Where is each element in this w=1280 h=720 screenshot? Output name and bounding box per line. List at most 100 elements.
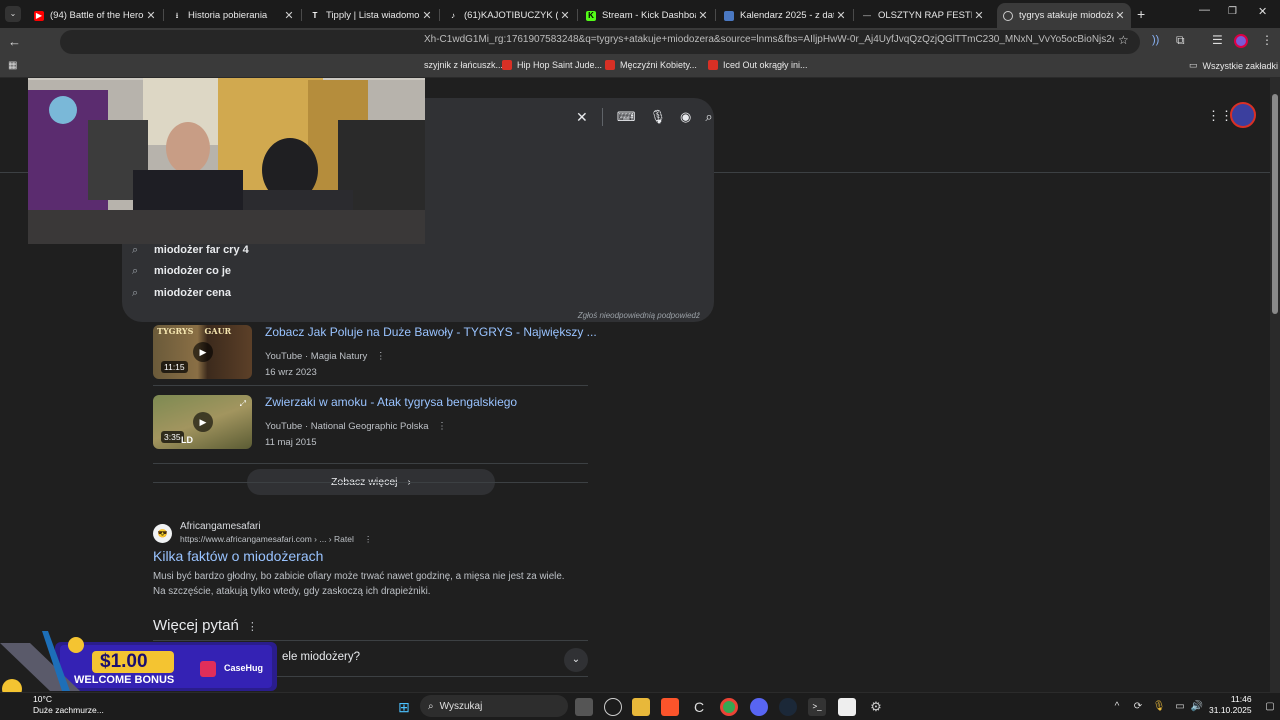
volume-icon[interactable]: 🔊	[1188, 698, 1206, 716]
browser-toolbar: ← Xh-C1wdG1Mi_rg:1761907583248&q=tygrys+…	[0, 28, 1280, 56]
video-title[interactable]: Zwierzaki w amoku - Atak tygrysa bengals…	[265, 395, 517, 409]
promo-banner[interactable]: $1.00 WELCOME BONUS CaseHug	[0, 631, 280, 699]
apps-grid-icon[interactable]: ▦	[8, 60, 17, 71]
clear-icon[interactable]: ✕	[576, 109, 588, 126]
bookmark-favicon-icon	[708, 60, 718, 70]
video-date: 16 wrz 2023	[265, 367, 317, 378]
all-bookmarks[interactable]: ▭ Wszystkie zakładki	[1189, 60, 1278, 71]
minimize-icon[interactable]: —	[1199, 4, 1210, 16]
ccleaner-icon[interactable]: C	[690, 698, 708, 716]
task-view-icon[interactable]	[575, 698, 593, 716]
play-icon: ▶	[193, 342, 213, 362]
search-icon: ⌕	[132, 243, 139, 256]
tab-calendar[interactable]: Kalendarz 2025 - z datam ✕	[718, 3, 852, 28]
close-icon[interactable]: ✕	[144, 9, 158, 22]
video-thumbnail[interactable]: ▶ ⤢ 3:35 LD	[153, 395, 252, 449]
video-result[interactable]: TYGRYS GAUR ▶ 11:15 Zobacz Jak Poluje na…	[153, 325, 597, 385]
notepad-icon[interactable]	[838, 698, 856, 716]
tab-strip: ⌄ ▶ (94) Battle of the Heroes (Cr ✕ ⭳ Hi…	[0, 0, 1280, 28]
more-options-icon[interactable]: ⋮	[437, 421, 447, 432]
video-title[interactable]: Zobacz Jak Poluje na Duże Bawoły - TYGRY…	[265, 325, 597, 339]
account-avatar[interactable]	[1230, 102, 1256, 128]
back-arrow-icon[interactable]: ←	[8, 34, 21, 49]
tab-search-button[interactable]: ⌄	[5, 6, 21, 22]
file-explorer-icon[interactable]	[632, 698, 650, 716]
settings-gear-icon[interactable]: ⚙	[867, 698, 885, 716]
discord-icon[interactable]	[750, 698, 768, 716]
terminal-icon[interactable]: >_	[808, 698, 826, 716]
tipply-icon: T	[312, 10, 318, 20]
more-options-icon[interactable]: ⋮	[364, 534, 373, 544]
close-icon[interactable]: ✕	[558, 9, 572, 22]
network-icon[interactable]: ▭	[1171, 698, 1189, 716]
report-suggestion-link[interactable]: Zgłoś nieodpowiednią podpowiedź	[578, 311, 700, 320]
tab-festival[interactable]: — OLSZTYN RAP FESTIVAL ✕	[856, 3, 990, 28]
bookmark-item[interactable]: Hip Hop Saint Jude...	[502, 60, 602, 70]
close-icon[interactable]: ✕	[696, 9, 710, 22]
close-icon[interactable]: ✕	[834, 9, 848, 22]
window-close-icon[interactable]: ✕	[1258, 5, 1267, 18]
audio-extension-icon[interactable]: ))	[1152, 34, 1159, 46]
tray-chevron-icon[interactable]: ^	[1108, 698, 1126, 716]
bookmark-favicon-icon	[605, 60, 615, 70]
profile-avatar[interactable]	[1234, 34, 1248, 48]
lens-icon[interactable]: ◉	[680, 109, 691, 125]
site-name[interactable]: Africangamesafari	[180, 521, 261, 532]
tab-youtube[interactable]: ▶ (94) Battle of the Heroes (Cr ✕	[28, 3, 162, 28]
bookmark-item[interactable]: Męczyźni Kobiety...	[605, 60, 697, 70]
url-text[interactable]: Xh-C1wdG1Mi_rg:1761907583248&q=tygrys+at…	[424, 34, 1114, 45]
tab-downloads[interactable]: ⭳ Historia pobierania ✕	[166, 3, 300, 28]
close-icon[interactable]: ✕	[420, 9, 434, 22]
festival-icon: —	[863, 10, 871, 20]
video-result[interactable]: ▶ ⤢ 3:35 LD Zwierzaki w amoku - Atak tyg…	[153, 395, 589, 455]
result-title[interactable]: Kilka faktów o miodożerach	[153, 548, 323, 564]
microphone-icon[interactable]: 🎙	[1150, 698, 1168, 716]
google-icon	[1003, 10, 1013, 21]
weather-widget[interactable]: 10°C Duże zachmurze...	[33, 694, 104, 716]
keyboard-icon[interactable]: ⌨	[617, 109, 636, 125]
divider	[153, 482, 588, 483]
taskbar-search[interactable]: ⌕ Wyszukaj	[420, 695, 568, 717]
sync-icon[interactable]: ⟳	[1129, 698, 1147, 716]
search-icon: ⌕	[428, 700, 434, 712]
scroll-thumb[interactable]	[1272, 94, 1278, 314]
windows-start-icon[interactable]: ⊞	[395, 698, 413, 716]
chrome-icon[interactable]	[720, 698, 738, 716]
close-icon[interactable]: ✕	[972, 9, 986, 22]
chevron-down-icon[interactable]: ⌄	[564, 648, 588, 672]
app-clock-icon[interactable]	[604, 698, 622, 716]
search-box-actions: ✕ ⌨ 🎙 ◉ ⌕	[576, 108, 713, 126]
webcam-image	[28, 78, 425, 244]
tab-kick[interactable]: K Stream - Kick Dashboard ✕	[580, 3, 714, 28]
tab-active-search[interactable]: tygrys atakuje miodożera ✕	[997, 3, 1131, 28]
close-icon[interactable]: ✕	[282, 9, 296, 22]
site-url[interactable]: https://www.africangamesafari.com › ... …	[180, 534, 372, 545]
close-icon[interactable]: ✕	[1113, 9, 1127, 22]
thumbnail-caption: TYGRYS GAUR	[157, 326, 232, 336]
divider	[153, 463, 588, 464]
system-clock[interactable]: 11:46 31.10.2025	[1209, 694, 1252, 716]
brave-icon[interactable]	[661, 698, 679, 716]
page-scrollbar[interactable]	[1270, 78, 1280, 692]
more-options-icon[interactable]: ⋮	[376, 351, 386, 362]
steam-icon[interactable]	[779, 698, 797, 716]
reading-list-icon[interactable]: ☰	[1212, 33, 1223, 47]
tab-tipply[interactable]: T Tipply | Lista wiadomości ✕	[304, 3, 438, 28]
suggestion-item[interactable]: ⌕ miodożer co je	[132, 261, 231, 281]
search-icon[interactable]: ⌕	[705, 109, 712, 125]
bookmark-item[interactable]: Iced Out okrągły ini...	[708, 60, 808, 70]
restore-icon[interactable]: ❐	[1228, 6, 1237, 17]
microphone-icon[interactable]: 🎙	[650, 109, 667, 125]
bookmark-favicon-icon	[502, 60, 512, 70]
star-icon[interactable]: ☆	[1118, 33, 1129, 47]
suggestion-item[interactable]: ⌕ miodożer cena	[132, 283, 231, 303]
new-tab-button[interactable]: +	[1137, 6, 1145, 22]
thumbnail-caption: LD	[181, 435, 193, 445]
bookmark-item[interactable]: szyjnik z łańcuszk...	[424, 60, 503, 70]
notifications-icon[interactable]: ▢	[1261, 698, 1279, 716]
tab-tiktok[interactable]: ♪ (61)KAJOTIBUCZYK (@kaj ✕	[442, 3, 576, 28]
question-item[interactable]: ele miodożery?	[282, 651, 360, 663]
video-thumbnail[interactable]: TYGRYS GAUR ▶ 11:15	[153, 325, 252, 379]
more-menu-icon[interactable]: ⋮	[1261, 33, 1273, 47]
extensions-icon[interactable]: ⧉	[1176, 33, 1185, 48]
